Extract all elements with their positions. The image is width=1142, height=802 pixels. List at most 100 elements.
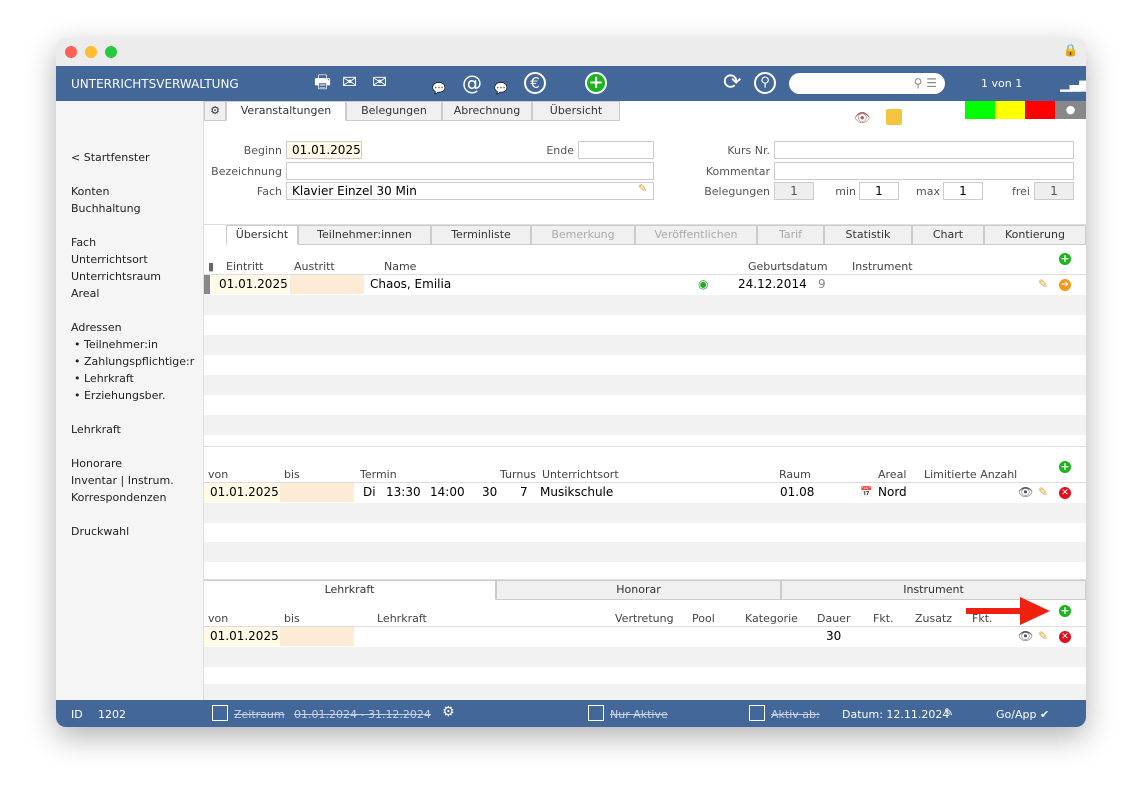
close-window-button[interactable]: [65, 46, 77, 58]
zeitraum-value[interactable]: 01.01.2024 - 31.12.2024: [294, 708, 431, 721]
eintritt-cell[interactable]: 01.01.2025: [212, 275, 288, 294]
subtab-teilnehmer[interactable]: Teilnehmer:innen: [298, 225, 431, 245]
subtab-veroeffentlichen[interactable]: Veröffentlichen: [635, 225, 757, 245]
col-instrument[interactable]: Instrument: [852, 260, 913, 273]
bis-cell[interactable]: [280, 627, 354, 646]
tab-veranstaltungen[interactable]: Veranstaltungen: [226, 101, 346, 121]
bottomtab-honorar[interactable]: Honorar: [496, 580, 781, 600]
sidebar-item-druckwahl[interactable]: Druckwahl: [71, 525, 129, 538]
subtab-bemerkung[interactable]: Bemerkung: [531, 225, 635, 245]
sms-icon[interactable]: 💬: [432, 78, 446, 100]
eye-icon[interactable]: 👁: [854, 111, 871, 126]
email-at-icon[interactable]: @: [462, 72, 482, 94]
refresh-icon[interactable]: ⟳: [723, 72, 741, 94]
settings-gear-icon[interactable]: ⚙: [204, 101, 226, 121]
footer: ID 1202 Zeitraum 01.01.2024 - 31.12.2024…: [56, 700, 1086, 727]
sidebar-item-fach[interactable]: Fach: [71, 236, 96, 249]
subtab-statistik[interactable]: Statistik: [824, 225, 912, 245]
mail-multiple-icon[interactable]: ✉: [372, 72, 387, 94]
view-icon[interactable]: 👁: [1018, 483, 1033, 502]
sidebar-item-areal[interactable]: Areal: [71, 287, 99, 300]
sidebar-item-lehrkraft[interactable]: Lehrkraft: [71, 423, 121, 436]
kursnr-field[interactable]: [774, 141, 1074, 159]
col-name[interactable]: Name: [384, 260, 416, 273]
view-icon[interactable]: 👁: [1018, 627, 1033, 646]
frei-field: 1: [1034, 182, 1074, 200]
sidebar-item-unterrichtsraum[interactable]: Unterrichtsraum: [71, 270, 161, 283]
add-icon[interactable]: +: [585, 72, 607, 94]
datum-value: Datum: 12.11.2024: [842, 708, 950, 721]
delete-icon[interactable]: ✕: [1059, 631, 1071, 643]
note-icon[interactable]: [886, 109, 902, 125]
min-field[interactable]: 1: [859, 182, 899, 200]
kommentar-field[interactable]: [774, 162, 1074, 180]
col-geburtsdatum[interactable]: Geburtsdatum: [748, 260, 828, 273]
mail-icon[interactable]: ✉: [342, 72, 357, 94]
camera-icon[interactable]: ◉: [698, 275, 708, 294]
ort-cell: Musikschule: [540, 485, 614, 499]
calendar-icon[interactable]: 📅: [860, 483, 872, 502]
von-cell[interactable]: 01.01.2025: [204, 627, 280, 646]
tab-abrechnung[interactable]: Abrechnung: [442, 101, 532, 121]
delete-icon[interactable]: ✕: [1059, 487, 1071, 499]
sort-icon[interactable]: ▮: [208, 260, 214, 273]
von-cell[interactable]: 01.01.2025: [204, 483, 280, 502]
go-arrow-icon[interactable]: ➔: [1059, 279, 1071, 291]
status-red[interactable]: [1025, 101, 1055, 119]
status-yellow[interactable]: [995, 101, 1025, 119]
subtab-terminliste[interactable]: Terminliste: [431, 225, 531, 245]
minimize-window-button[interactable]: [85, 46, 97, 58]
pencil-icon[interactable]: ✎: [638, 182, 647, 195]
nur-aktive-checkbox[interactable]: [588, 705, 604, 721]
max-field[interactable]: 1: [943, 182, 983, 200]
search-magnifier-icon[interactable]: ⚲: [754, 72, 776, 94]
goapp-button[interactable]: Go/App ✔: [996, 708, 1049, 721]
subtab-kontierung[interactable]: Kontierung: [984, 225, 1086, 245]
tab-belegungen[interactable]: Belegungen: [346, 101, 442, 121]
sidebar-item-unterrichtsort[interactable]: Unterrichtsort: [71, 253, 148, 266]
subtab-uebersicht[interactable]: Übersicht: [226, 225, 298, 245]
zoom-window-button[interactable]: [105, 46, 117, 58]
sidebar-item-korrespondenzen[interactable]: Korrespondenzen: [71, 491, 166, 504]
subtab-tarif[interactable]: Tarif: [757, 225, 824, 245]
sidebar-item-zahlungspflichtige[interactable]: • Zahlungspflichtige:r: [74, 355, 194, 368]
status-green[interactable]: [965, 101, 995, 119]
bottomtab-lehrkraft[interactable]: Lehrkraft: [204, 580, 496, 600]
sidebar-item-startfenster[interactable]: < Startfenster: [71, 151, 150, 164]
aktiv-ab-checkbox[interactable]: [749, 705, 765, 721]
gear-icon[interactable]: ⚙: [442, 704, 455, 720]
pencil-icon[interactable]: ✎: [944, 706, 953, 719]
bezeichnung-field[interactable]: [286, 162, 654, 180]
app-message-icon[interactable]: 💬: [494, 78, 508, 100]
col-pool: Pool: [692, 612, 715, 625]
sidebar-item-teilnehmer[interactable]: • Teilnehmer:in: [74, 338, 158, 351]
sidebar-item-konten[interactable]: Konten: [71, 185, 109, 198]
status-toggle[interactable]: ●: [1055, 101, 1086, 119]
tab-uebersicht[interactable]: Übersicht: [532, 101, 620, 121]
add-participant-icon[interactable]: +: [1059, 253, 1071, 265]
sidebar-item-lehrkraft-address[interactable]: • Lehrkraft: [74, 372, 134, 385]
bis-cell[interactable]: [280, 483, 354, 502]
col-eintritt[interactable]: Eintritt: [226, 260, 264, 273]
sidebar-item-inventar[interactable]: Inventar | Instrum.: [71, 474, 174, 487]
belegungen-label: Belegungen: [704, 185, 770, 198]
search-input[interactable]: ⚲ ☰: [789, 73, 945, 94]
ende-field[interactable]: [578, 141, 654, 159]
col-austritt[interactable]: Austritt: [294, 260, 335, 273]
edit-icon[interactable]: ✎: [1038, 275, 1048, 294]
edit-icon[interactable]: ✎: [1038, 483, 1048, 502]
sidebar-item-adressen[interactable]: Adressen: [71, 321, 122, 334]
sidebar-item-honorare[interactable]: Honorare: [71, 457, 122, 470]
fach-field[interactable]: Klavier Einzel 30 Min: [286, 182, 654, 200]
print-icon[interactable]: 🖶: [314, 72, 331, 94]
sidebar-item-erziehungsber[interactable]: • Erziehungsber.: [74, 389, 165, 402]
euro-icon[interactable]: €: [524, 72, 546, 94]
add-teacher-icon[interactable]: +: [1059, 605, 1071, 617]
edit-icon[interactable]: ✎: [1038, 627, 1048, 646]
zeitraum-checkbox[interactable]: [212, 705, 228, 721]
sidebar-item-buchhaltung[interactable]: Buchhaltung: [71, 202, 141, 215]
subtab-chart[interactable]: Chart: [912, 225, 984, 245]
add-schedule-icon[interactable]: +: [1059, 461, 1071, 473]
austritt-cell[interactable]: [290, 275, 364, 294]
beginn-field[interactable]: 01.01.2025: [286, 141, 362, 159]
